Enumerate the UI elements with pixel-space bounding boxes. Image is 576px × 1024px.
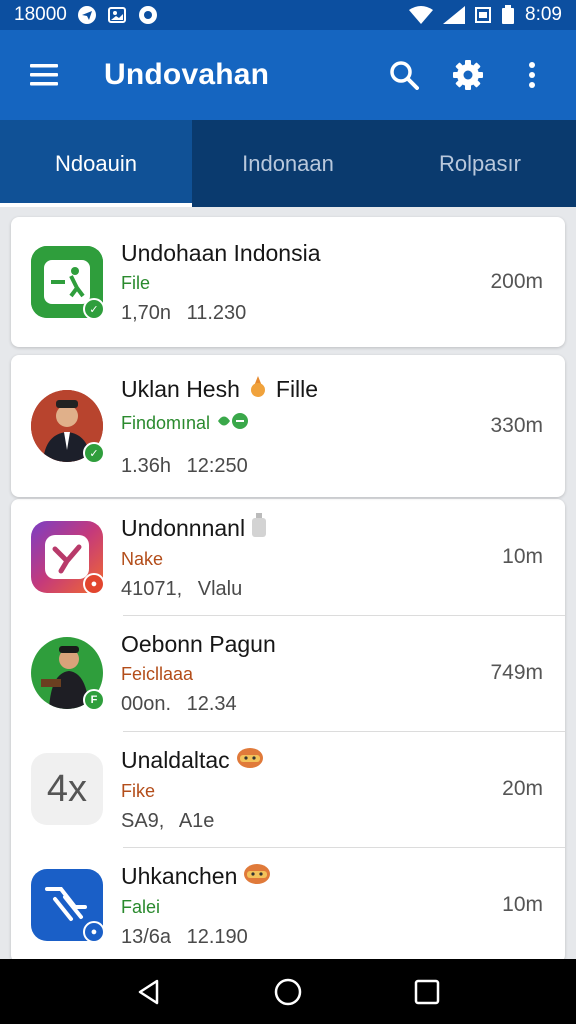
item-title-text: Unaldaltac [121,746,230,773]
item-title: Oebonn Pagun [121,631,490,658]
tab-rolpasir[interactable]: Rolpasır [384,120,576,207]
app-icon: ✓ [31,246,105,320]
gallery-icon [107,5,127,25]
more-vert-icon[interactable] [510,53,554,97]
status-text: 18000 [14,4,67,25]
list-item[interactable]: ● Undonnnanl Nake 41071, Vlalu 10m [11,499,565,615]
system-nav-bar [0,959,576,1024]
settings-icon[interactable] [446,53,490,97]
message-icon [475,6,492,24]
item-title: Undonnnanl [121,513,502,543]
item-info: Oebonn Pagun Feicllaaa 00on. 12.34 [121,631,490,716]
item-title-text: Undonnnanl [121,514,246,541]
tab-label: Ndoauin [55,150,137,176]
app-bar: Undovahan [0,30,576,120]
record-badge-icon: ● [83,573,105,595]
item-subtitle: File [121,272,151,293]
telegram-icon [77,5,97,25]
wifi-icon [409,6,434,24]
signal-icon [443,6,466,24]
tab-label: Indonaan [242,150,334,176]
item-title: Undohaan Indonsia [121,240,490,267]
item-subtitle-text: Findomınal [121,413,211,433]
item-size: 330m [490,414,543,437]
item-info: Undonnnanl Nake 41071, Vlalu [121,513,502,601]
item-size: 20m [502,777,543,800]
item-info: Uklan Hesh Fille Findomınal 1.36h 12:250 [121,374,490,478]
search-icon[interactable] [382,53,426,97]
item-meta: 00on. 12.34 [121,692,237,715]
status-time: 8:09 [525,4,562,25]
item-title: Uklan Hesh Fille [121,374,490,404]
status-left: 18000 [14,4,159,26]
app-icon: ● [31,869,105,943]
item-size: 10m [502,893,543,916]
shield-badge-icon: ✓ [83,298,105,320]
leaf-icon [216,410,250,437]
user-avatar: ✓ [31,390,105,464]
item-info: Uhkanchen Falei 13/6a 12.190 [121,861,502,949]
item-meta: SA9, A1e [121,810,215,832]
f-badge-icon: F [83,689,105,711]
file-list: ✓ Undohaan Indonsia File 1,70n 11.230 20… [0,207,576,959]
emoji-icon [246,374,270,404]
item-subtitle: Feicllaaa [121,663,194,684]
item-title-suffix: Fille [275,375,319,402]
item-size: 10m [502,545,543,568]
list-item[interactable]: ✓ Undohaan Indonsia File 1,70n 11.230 20… [11,217,565,347]
list-group: ● Undonnnanl Nake 41071, Vlalu 10m F Oeb… [11,499,565,959]
item-title-text: Uhkanchen [121,862,238,889]
item-info: Undohaan Indonsia File 1,70n 11.230 [121,240,490,325]
battery-icon [501,5,515,25]
app-icon-text: 4x [46,767,88,810]
item-title: Unaldaltac [121,745,502,775]
item-title-text: Uklan Hesh [121,375,240,402]
home-icon[interactable] [264,968,312,1016]
item-size: 749m [490,661,543,684]
tab-indonaan[interactable]: Indonaan [192,120,384,207]
record-icon [137,4,159,26]
bottle-icon [251,513,267,543]
tab-bar: Ndoauin Indonaan Rolpasır [0,120,576,207]
user-avatar: F [31,637,105,711]
item-meta: 13/6a 12.190 [121,926,248,948]
item-title: Uhkanchen [121,861,502,891]
list-item[interactable]: 4x Unaldaltac Fike SA9, A1e 20m [11,731,565,847]
verified-badge-icon: ✓ [83,442,105,464]
item-meta: 1.36h 12:250 [121,455,248,477]
info-badge-icon: ● [83,921,105,943]
tab-label: Rolpasır [439,150,521,176]
list-item[interactable]: F Oebonn Pagun Feicllaaa 00on. 12.34 749… [11,615,565,731]
item-size: 200m [490,270,543,293]
list-item[interactable]: ✓ Uklan Hesh Fille Findomınal 1.36h 12:2… [11,355,565,497]
item-subtitle: Findomınal [121,410,490,437]
app-icon: ● [31,521,105,595]
menu-icon[interactable] [22,53,66,97]
item-subtitle: Fike [121,781,156,801]
emoji-face-icon [243,861,271,891]
back-icon[interactable] [125,968,173,1016]
status-right: 8:09 [409,4,562,26]
list-item[interactable]: ● Uhkanchen Falei 13/6a 12.190 10m [11,847,565,959]
item-title-text: Oebonn Pagun [121,630,276,657]
item-info: Unaldaltac Fike SA9, A1e [121,745,502,833]
app-title: Undovahan [104,58,270,91]
item-meta: 1,70n 11.230 [121,301,247,324]
app-icon: 4x [31,753,103,825]
item-meta: 41071, Vlalu [121,578,243,600]
item-subtitle: Falei [121,897,161,917]
recents-icon[interactable] [403,968,451,1016]
item-subtitle: Nake [121,549,164,569]
item-title-text: Undohaan Indonsia [121,239,321,266]
tab-ndoauin[interactable]: Ndoauin [0,120,192,207]
status-bar: 18000 8:09 [0,0,576,30]
emoji-face-icon [236,745,264,775]
